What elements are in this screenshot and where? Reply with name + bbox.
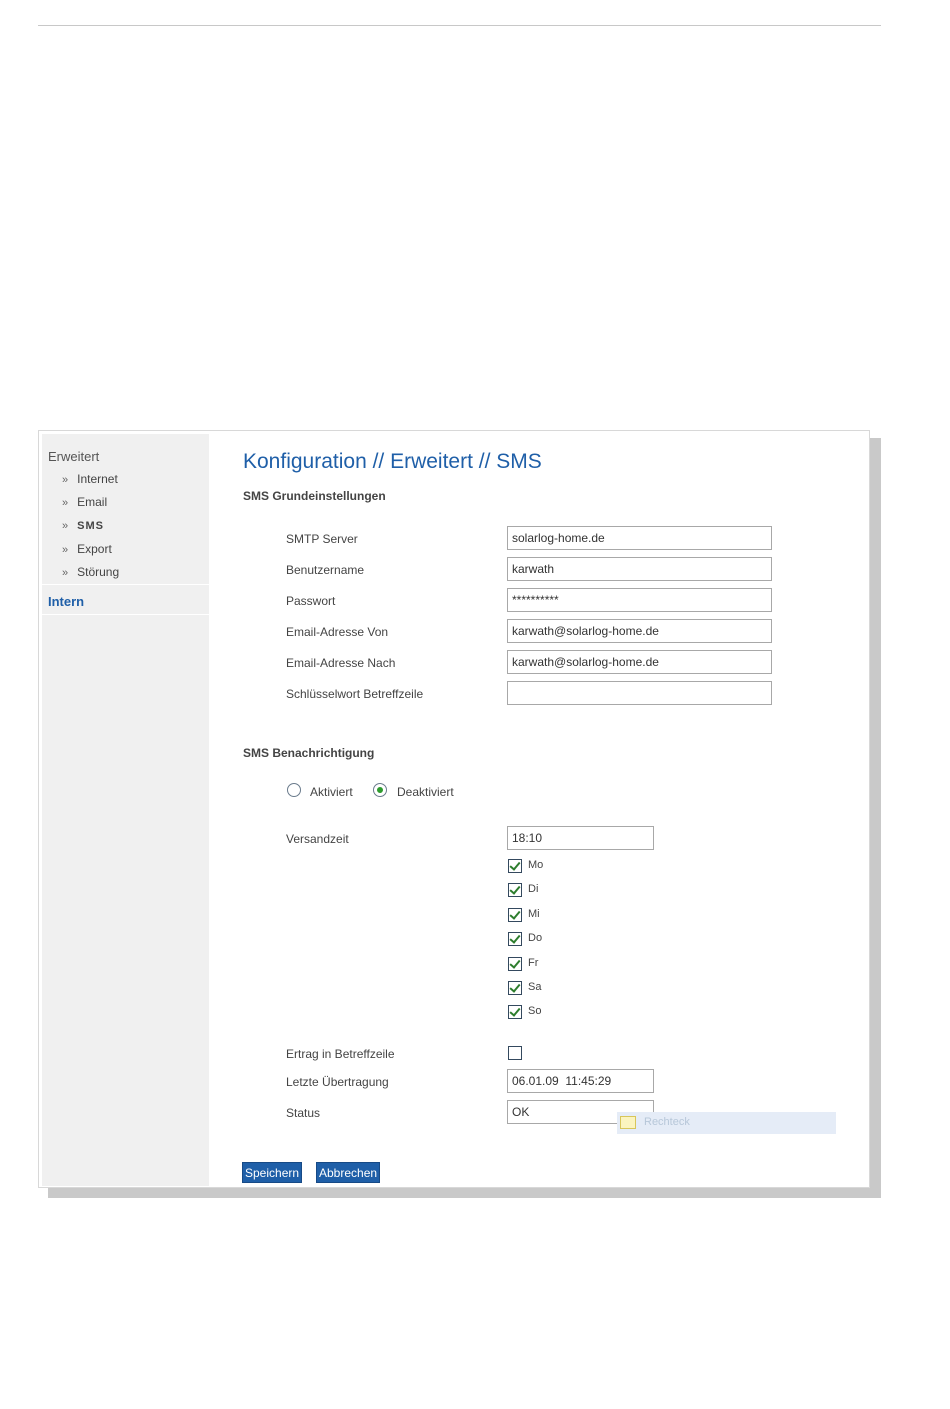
day-checkbox-do[interactable] (508, 932, 522, 946)
radio-aktiviert[interactable] (287, 783, 301, 797)
last-transfer-label: Letzte Übertragung (286, 1075, 389, 1089)
username-input[interactable]: karwath (507, 557, 772, 581)
password-input[interactable]: ********** (507, 588, 772, 612)
smtp-server-label: SMTP Server (286, 532, 358, 546)
yield-subject-checkbox[interactable] (508, 1046, 522, 1060)
sidebar-group-intern[interactable]: Intern (48, 594, 84, 609)
chevron-right-icon: » (62, 474, 69, 486)
cancel-button[interactable]: Abbrechen (316, 1162, 381, 1183)
sidebar-item-sms[interactable]: » SMS (62, 518, 104, 532)
day-label-sa: Sa (528, 981, 542, 993)
sidebar-item-email[interactable]: » Email (62, 495, 107, 509)
chevron-right-icon: » (62, 520, 69, 532)
chevron-right-icon: » (62, 567, 69, 579)
status-label: Status (286, 1106, 321, 1120)
email-from-input[interactable]: karwath@solarlog-home.de (507, 619, 772, 643)
section-heading-basic: SMS Grundeinstellungen (243, 489, 386, 503)
email-to-input[interactable]: karwath@solarlog-home.de (507, 650, 772, 674)
send-time-input[interactable]: 18:10 (507, 826, 654, 850)
last-transfer-input[interactable]: 06.01.09 11:45:29 (507, 1069, 654, 1093)
sidebar-divider (42, 584, 209, 585)
day-label-mo: Mo (528, 859, 544, 871)
send-time-label: Versandzeit (286, 832, 349, 846)
day-label-do: Do (528, 932, 543, 944)
chevron-right-icon: » (62, 544, 69, 556)
day-checkbox-mi[interactable] (508, 908, 522, 922)
checkmark-icon (509, 883, 521, 895)
config-window: Erweitert » Internet » Email » SMS » Export … (38, 430, 870, 1188)
sidebar-item-export[interactable]: » Export (62, 542, 112, 556)
day-label-di: Di (528, 883, 539, 895)
day-label-so: So (528, 1005, 542, 1017)
section-heading-notify: SMS Benachrichtigung (243, 746, 375, 760)
sidebar-item-stoerung[interactable]: » Störung (62, 565, 119, 579)
radio-selected-dot (377, 787, 383, 793)
checkmark-icon (509, 908, 521, 920)
day-checkbox-di[interactable] (508, 883, 522, 897)
subject-keyword-input[interactable] (507, 681, 772, 705)
sidebar-item-label: Email (77, 495, 108, 509)
sidebar-item-label: Störung (77, 565, 120, 579)
day-checkbox-mo[interactable] (508, 859, 522, 873)
email-from-label: Email-Adresse Von (286, 625, 389, 639)
radio-deaktiviert[interactable] (373, 783, 387, 797)
rectangle-overlay-label: Rechteck (644, 1116, 690, 1128)
password-label: Passwort (286, 594, 336, 608)
username-label: Benutzername (286, 563, 365, 577)
checkmark-icon (509, 957, 521, 969)
top-rule (38, 25, 881, 26)
subject-keyword-label: Schlüsselwort Betreffzeile (286, 687, 424, 701)
sidebar-item-internet[interactable]: » Internet (62, 472, 118, 486)
sidebar-group-erweitert[interactable]: Erweitert (48, 449, 99, 464)
day-checkbox-fr[interactable] (508, 957, 522, 971)
chevron-right-icon: » (62, 497, 69, 509)
save-button[interactable]: Speichern (242, 1162, 303, 1183)
day-checkbox-so[interactable] (508, 1005, 522, 1019)
checkmark-icon (509, 932, 521, 944)
day-label-mi: Mi (528, 908, 540, 920)
sidebar-item-label: SMS (77, 520, 104, 532)
rectangle-overlay: Rechteck (617, 1112, 836, 1134)
sidebar-item-label: Internet (77, 472, 118, 486)
radio-aktiviert-label: Aktiviert (310, 785, 353, 799)
checkmark-icon (509, 1005, 521, 1017)
smtp-server-input[interactable]: solarlog-home.de (507, 526, 772, 550)
sidebar: Erweitert » Internet » Email » SMS » Export … (42, 434, 209, 1186)
sidebar-divider (42, 614, 209, 615)
email-to-label: Email-Adresse Nach (286, 656, 396, 670)
radio-deaktiviert-label: Deaktiviert (397, 785, 454, 799)
day-label-fr: Fr (528, 957, 539, 969)
yield-subject-label: Ertrag in Betreffzeile (286, 1047, 395, 1061)
sidebar-item-label: Export (77, 542, 112, 556)
day-checkbox-sa[interactable] (508, 981, 522, 995)
checkmark-icon (509, 981, 521, 993)
page-title: Konfiguration // Erweitert // SMS (243, 450, 542, 473)
rectangle-icon (620, 1116, 636, 1129)
checkmark-icon (509, 859, 521, 871)
